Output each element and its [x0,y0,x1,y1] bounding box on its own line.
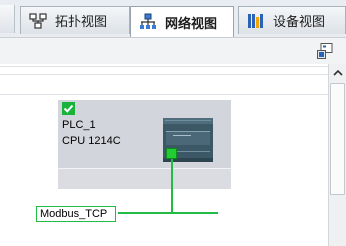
tab-network-view[interactable]: 网络视图 [130,6,234,37]
device-type: CPU 1214C [62,135,121,147]
device-view-icon [248,13,263,28]
grid-line [0,94,328,95]
plc-device-footer [58,168,231,189]
tab-topology-label: 拓扑视图 [55,15,108,30]
network-view-icon [140,13,156,29]
tab-strip-edge [0,5,15,33]
tab-device-label: 设备视图 [273,15,326,30]
view-tab-strip: 拓扑视图 网络视图 设备视图 [0,0,346,37]
vertical-scrollbar[interactable] [328,64,346,246]
network-label[interactable]: Modbus_TCP [36,206,116,222]
grid-line [0,74,328,75]
editor-toolbar [0,37,346,65]
tab-topology-view[interactable]: 拓扑视图 [20,6,130,34]
ethernet-port-icon[interactable] [166,148,177,159]
grid-line [0,66,328,67]
scroll-thumb[interactable] [330,83,345,195]
network-connection-line [171,158,173,213]
device-name: PLC_1 [62,119,96,131]
check-icon [62,102,75,115]
topology-view-icon [29,12,47,29]
tab-device-view[interactable]: 设备视图 [238,6,346,34]
tab-network-label: 网络视图 [165,16,218,32]
scroll-up-button[interactable] [329,64,346,81]
modbus-network-line[interactable] [118,212,218,214]
chevron-up-icon [333,69,343,76]
show-overview-icon[interactable] [316,42,334,60]
